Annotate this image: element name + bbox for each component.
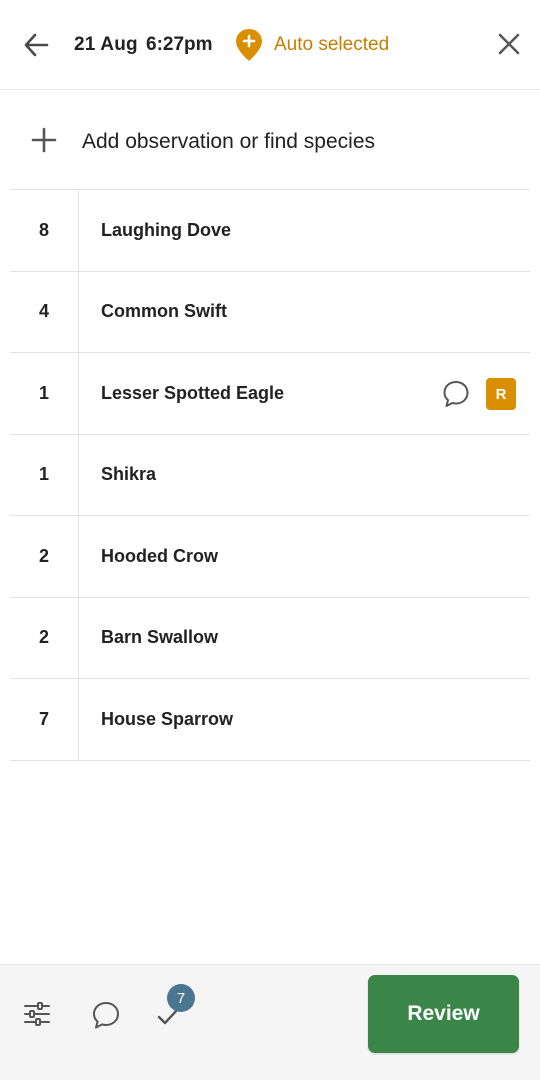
species-name: Shikra xyxy=(101,464,157,485)
close-icon xyxy=(498,33,520,55)
close-button[interactable] xyxy=(494,29,524,59)
checklist-count-badge: 7 xyxy=(167,984,195,1012)
add-observation-button[interactable]: Add observation or find species xyxy=(0,90,540,190)
checklist-screen: 21 Aug 6:27pm Auto selected Add observat… xyxy=(0,0,540,1080)
species-name: House Sparrow xyxy=(101,708,234,729)
count-cell[interactable]: 1 xyxy=(10,434,79,515)
checklist-time[interactable]: 6:27pm xyxy=(146,34,213,56)
observation-row[interactable]: 1 Shikra xyxy=(10,434,530,516)
species-name: Laughing Dove xyxy=(101,219,231,240)
species-name: Barn Swallow xyxy=(101,627,219,648)
add-observation-label: Add observation or find species xyxy=(82,130,376,153)
observation-row[interactable]: 7 House Sparrow xyxy=(10,679,530,761)
plus-icon xyxy=(31,127,57,153)
status-badge: R xyxy=(486,378,516,410)
count-cell[interactable]: 8 xyxy=(10,190,79,271)
species-name: Hooded Crow xyxy=(101,545,218,566)
observation-row[interactable]: 2 Hooded Crow xyxy=(10,516,530,598)
observation-row[interactable]: 4 Common Swift xyxy=(10,271,530,353)
count-cell[interactable]: 7 xyxy=(10,679,79,760)
observation-list: 8 Laughing Dove 4 Common Swift 1 Lesser … xyxy=(10,189,530,761)
count-cell[interactable]: 2 xyxy=(10,516,79,597)
back-button[interactable] xyxy=(20,29,52,61)
count-cell[interactable]: 4 xyxy=(10,271,79,352)
comment-icon[interactable] xyxy=(90,999,122,1031)
location-selector[interactable]: Auto selected xyxy=(234,27,389,63)
comment-icon xyxy=(443,381,469,407)
location-label: Auto selected xyxy=(274,34,390,55)
count-cell[interactable]: 2 xyxy=(10,597,79,678)
bottom-toolbar: 7 Review xyxy=(0,964,540,1080)
species-name: Common Swift xyxy=(101,301,227,322)
review-button[interactable]: Review xyxy=(368,975,519,1053)
checklist-date[interactable]: 21 Aug xyxy=(74,34,138,56)
top-bar: 21 Aug 6:27pm Auto selected xyxy=(0,0,540,90)
observation-row[interactable]: 2 Barn Swallow xyxy=(10,597,530,679)
sliders-icon[interactable] xyxy=(22,999,52,1029)
location-pin-plus-icon xyxy=(236,29,262,61)
observation-row[interactable]: 8 Laughing Dove xyxy=(10,190,530,272)
species-name: Lesser Spotted Eagle xyxy=(101,382,285,403)
observation-row[interactable]: 1 Lesser Spotted Eagle R xyxy=(10,353,530,435)
arrow-left-icon xyxy=(24,33,49,57)
count-cell[interactable]: 1 xyxy=(10,353,79,434)
